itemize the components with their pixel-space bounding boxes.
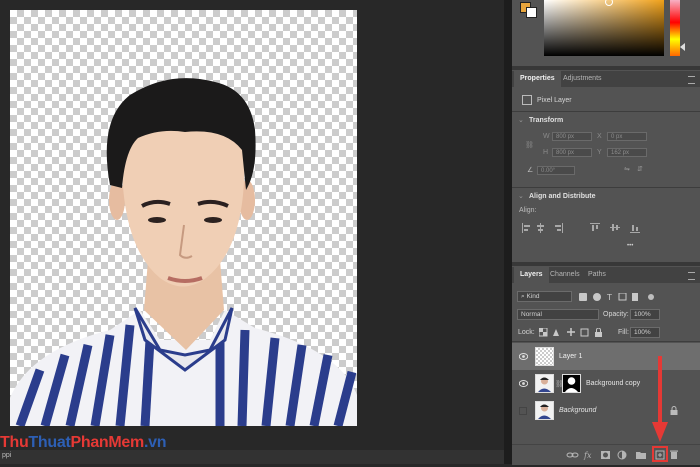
opacity-label: Opacity: [603, 311, 629, 318]
x-label: X [597, 133, 602, 140]
pixel-layer-icon [522, 95, 532, 105]
transform-header[interactable]: Transform [529, 117, 563, 124]
add-mask-icon[interactable] [599, 446, 611, 462]
document-canvas[interactable] [10, 10, 357, 426]
lock-label: Lock: [518, 329, 535, 336]
filter-kind-label: Kind [526, 293, 540, 300]
panel-menu-icon[interactable] [688, 76, 695, 84]
portrait-image [10, 78, 357, 426]
h-label: H [543, 149, 549, 156]
align-label: Align: [519, 207, 537, 214]
lock-icon[interactable] [670, 406, 678, 415]
new-group-icon[interactable] [634, 446, 646, 462]
layer-row-layer-1[interactable]: Layer 1 [512, 343, 700, 370]
y-field[interactable]: 162 px [607, 148, 647, 157]
layer-name[interactable]: Layer 1 [559, 353, 582, 360]
layer-name[interactable]: Background copy [586, 380, 640, 387]
properties-tabbar: Properties Adjustments [512, 71, 700, 87]
trash-icon[interactable] [669, 446, 679, 462]
eye-icon[interactable] [518, 380, 529, 387]
panel-divider[interactable] [504, 0, 512, 464]
new-layer-button[interactable] [652, 446, 668, 462]
svg-text:T: T [606, 293, 612, 301]
adjustment-layer-icon[interactable] [616, 446, 628, 462]
layer-thumbnail [535, 401, 554, 420]
chevron-down-icon[interactable]: ⌄ [518, 116, 524, 124]
tab-adjustments[interactable]: Adjustments [557, 71, 608, 87]
layer-row-background[interactable]: Background [512, 397, 700, 424]
layer-name[interactable]: Background [559, 407, 596, 414]
fill-label: Fill: [618, 329, 629, 336]
tab-properties[interactable]: Properties [514, 71, 561, 87]
layer-row-background-copy[interactable]: ⛓ Background copy [512, 370, 700, 397]
layer-type-label: Pixel Layer [537, 97, 572, 104]
angle-field[interactable]: 0.00° [537, 166, 575, 175]
background-swatch[interactable] [526, 7, 537, 18]
lock-icons[interactable] [538, 327, 609, 337]
y-label: Y [597, 149, 602, 156]
blend-mode-select[interactable]: Normal [517, 309, 599, 320]
color-field[interactable] [544, 0, 664, 56]
link-layers-icon[interactable] [566, 446, 578, 462]
filter-icons: T [579, 292, 689, 302]
opacity-field[interactable]: 100% [630, 309, 660, 320]
search-icon: ⌕ [521, 293, 525, 300]
w-label: W [543, 133, 550, 140]
visibility-toggle[interactable] [519, 407, 527, 415]
tab-channels[interactable]: Channels [544, 267, 586, 283]
flip-horizontal-icon[interactable]: ⇋ [624, 165, 630, 173]
flip-vertical-icon[interactable]: ⇵ [637, 165, 643, 173]
layer-filter-select[interactable]: ⌕ Kind [517, 291, 572, 302]
x-field[interactable]: 0 px [607, 132, 647, 141]
watermark: ThuThuatPhanMem.vn [0, 434, 167, 451]
more-options[interactable]: ••• [627, 243, 633, 249]
chevron-down-icon[interactable]: ⌄ [518, 192, 524, 200]
align-icons [522, 223, 692, 233]
height-field[interactable]: 800 px [552, 148, 592, 157]
tab-paths[interactable]: Paths [582, 267, 612, 283]
layer-thumbnail [535, 374, 554, 393]
layer-mask-thumbnail[interactable] [562, 374, 581, 393]
red-arrow-annotation [652, 356, 668, 446]
layer-thumbnail [535, 347, 554, 366]
hue-slider-arrow[interactable] [680, 43, 685, 51]
angle-icon: ∠ [527, 167, 534, 174]
eye-icon[interactable] [518, 353, 529, 360]
fx-icon[interactable] [582, 446, 594, 462]
fill-field[interactable]: 100% [630, 327, 660, 338]
align-header[interactable]: Align and Distribute [529, 193, 596, 200]
color-panel [512, 0, 700, 66]
link-icon[interactable]: ⛓ [525, 141, 534, 149]
layers-menu-icon[interactable] [688, 272, 695, 280]
right-panel: Properties Adjustments Pixel Layer ⌄ Tra… [512, 0, 700, 465]
width-field[interactable]: 800 px [552, 132, 592, 141]
hue-slider[interactable] [670, 0, 680, 56]
layers-tabbar: Layers Channels Paths [512, 267, 700, 283]
